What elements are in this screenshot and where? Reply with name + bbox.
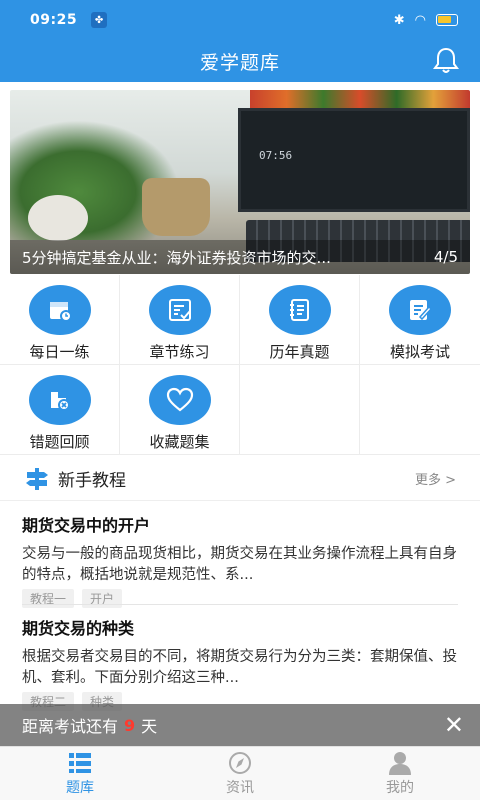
article-tags: 教程一 开户 bbox=[22, 589, 458, 608]
compass-icon bbox=[229, 751, 251, 774]
grid-item-label: 收藏题集 bbox=[149, 433, 210, 451]
grid-item-daily-practice[interactable]: 每日一练 bbox=[0, 275, 120, 365]
tutorial-section-header: 新手教程 更多 > bbox=[0, 457, 480, 501]
banner-image-monitor: 07:56 bbox=[238, 108, 470, 212]
battery-icon bbox=[436, 14, 458, 26]
tab-label: 我的 bbox=[386, 779, 414, 796]
banner-image-pot bbox=[28, 195, 88, 241]
banner-carousel[interactable]: 07:56 5分钟搞定基金从业：海外证券投资市场的交... 4/5 bbox=[10, 90, 470, 274]
grid-item-label: 错题回顾 bbox=[29, 433, 90, 451]
edit-paper-icon bbox=[389, 285, 451, 335]
banner-image-pot bbox=[142, 178, 210, 236]
banner-index: 4/5 bbox=[433, 248, 458, 266]
countdown-prefix: 距离考试还有 bbox=[22, 717, 119, 736]
article-title: 期货交易的种类 bbox=[22, 619, 135, 638]
grid-item-label: 每日一练 bbox=[29, 343, 90, 361]
person-icon bbox=[389, 751, 411, 775]
status-icons: ✱ ◠ bbox=[394, 13, 458, 28]
article-title: 期货交易中的开户 bbox=[22, 516, 151, 535]
status-time: 09:25 bbox=[30, 12, 78, 28]
checklist-icon bbox=[148, 285, 211, 335]
article-summary: 交易与一般的商品现货相比，期货交易在其业务操作流程上具有自身的特点，概括地说就是… bbox=[22, 546, 457, 583]
grid-item-label: 历年真题 bbox=[269, 343, 330, 361]
banner-caption-text: 5分钟搞定基金从业：海外证券投资市场的交... bbox=[22, 248, 331, 267]
status-bar: 09:25 ✤ ✱ ◠ bbox=[0, 0, 480, 40]
heart-icon bbox=[148, 375, 211, 425]
notification-icon: ✤ bbox=[91, 12, 108, 28]
signpost-icon bbox=[26, 467, 48, 490]
notebook-icon bbox=[268, 285, 331, 335]
feature-grid: 每日一练 章节练习 历年真题 模拟考试 错题回顾 收藏题集 bbox=[0, 275, 480, 455]
countdown-unit: 天 bbox=[141, 717, 158, 736]
divider bbox=[22, 604, 458, 605]
grid-item-label: 章节练习 bbox=[149, 343, 210, 361]
grid-item-label: 模拟考试 bbox=[389, 343, 450, 361]
bluetooth-icon: ✱ bbox=[393, 12, 405, 28]
error-folder-icon bbox=[28, 375, 91, 425]
close-icon[interactable]: ✕ bbox=[444, 711, 464, 739]
tab-label: 资讯 bbox=[226, 779, 254, 796]
article-item[interactable]: 期货交易中的开户 交易与一般的商品现货相比，期货交易在其业务操作流程上具有自身的… bbox=[22, 512, 458, 608]
list-icon bbox=[69, 752, 91, 773]
tab-news[interactable]: 资讯 bbox=[160, 747, 320, 800]
page-title: 爱学题库 bbox=[199, 51, 280, 74]
tab-question-bank[interactable]: 题库 bbox=[0, 747, 160, 800]
grid-item-past-exams[interactable]: 历年真题 bbox=[240, 275, 360, 365]
exam-countdown-banner: 距离考试还有 9 天 ✕ bbox=[0, 704, 480, 746]
article-tag: 教程一 bbox=[22, 589, 75, 608]
grid-item-mock-exam[interactable]: 模拟考试 bbox=[360, 275, 480, 365]
countdown-days: 9 bbox=[124, 715, 136, 735]
grid-empty-cell bbox=[240, 365, 360, 455]
article-tag: 开户 bbox=[82, 589, 123, 608]
section-title: 新手教程 bbox=[58, 471, 126, 491]
calendar-icon bbox=[28, 285, 91, 335]
more-link[interactable]: 更多 > bbox=[415, 469, 456, 488]
bell-icon[interactable] bbox=[432, 45, 460, 75]
grid-item-favorites[interactable]: 收藏题集 bbox=[120, 365, 240, 455]
banner-caption: 5分钟搞定基金从业：海外证券投资市场的交... 4/5 bbox=[10, 240, 470, 274]
tab-label: 题库 bbox=[66, 779, 94, 796]
wifi-icon: ◠ bbox=[414, 12, 426, 28]
article-summary: 根据交易者交易目的不同，将期货交易行为分为三类：套期保值、投机、套利。下面分别介… bbox=[22, 649, 457, 686]
grid-item-wrong-review[interactable]: 错题回顾 bbox=[0, 365, 120, 455]
bottom-tab-bar: 题库 资讯 我的 bbox=[0, 746, 480, 800]
article-item[interactable]: 期货交易的种类 根据交易者交易目的不同，将期货交易行为分为三类：套期保值、投机、… bbox=[22, 615, 458, 711]
grid-item-chapter-practice[interactable]: 章节练习 bbox=[120, 275, 240, 365]
grid-empty-cell bbox=[360, 365, 480, 455]
tab-mine[interactable]: 我的 bbox=[320, 747, 480, 800]
app-bar: 爱学题库 bbox=[0, 40, 480, 82]
